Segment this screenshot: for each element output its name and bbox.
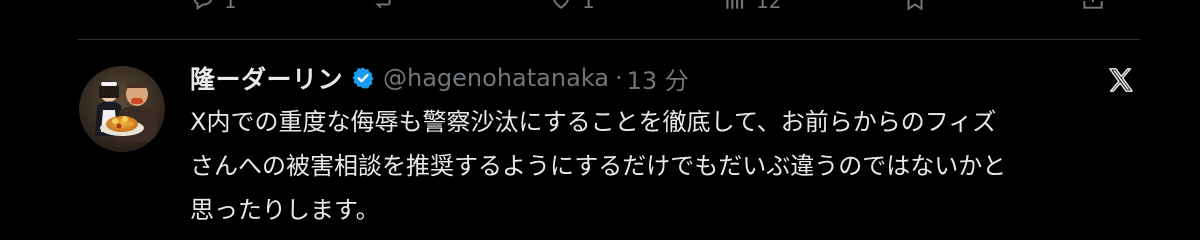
reply-icon — [193, 0, 213, 11]
post-header: 隆ーダーリン @hagenohatanaka · 13 分 — [190, 60, 689, 96]
verified-badge-icon[interactable] — [351, 66, 375, 90]
previous-post-action-bar: 1 1 12 — [0, 0, 1200, 14]
avatar[interactable] — [79, 66, 165, 152]
like-count: 1 — [582, 0, 595, 13]
display-name[interactable]: 隆ーダーリン — [190, 60, 343, 96]
repost-icon — [373, 0, 391, 9]
user-handle[interactable]: @hagenohatanaka — [383, 64, 609, 92]
share-icon — [1083, 0, 1103, 9]
reply-button[interactable]: 1 — [190, 0, 237, 12]
post-body-line: 思ったりします。 — [190, 196, 380, 224]
views-count: 12 — [756, 0, 782, 13]
header-separator: · — [614, 64, 623, 92]
post-timestamp[interactable]: 13 分 — [627, 61, 689, 96]
like-icon — [553, 0, 569, 9]
repost-button[interactable] — [368, 0, 404, 12]
like-button[interactable]: 1 — [548, 0, 595, 12]
x-logo-icon — [1107, 66, 1135, 94]
views-icon — [726, 0, 744, 9]
bookmark-button[interactable] — [902, 0, 928, 12]
post-body-line: さんへの被害相談を推奨するようにするだけでもだいぶ違うのではないかと — [190, 152, 1007, 180]
share-button[interactable] — [1080, 0, 1106, 12]
post-divider — [78, 39, 1140, 40]
post-body-line: X内での重度な侮辱も警察沙汰にすることを徹底して、お前らからのフィズ — [190, 108, 997, 136]
views-button[interactable]: 12 — [722, 0, 781, 12]
bookmark-icon — [907, 0, 923, 11]
reply-count: 1 — [224, 0, 237, 13]
post-body: X内での重度な侮辱も警察沙汰にすることを徹底して、お前らからのフィズ さんへの被… — [190, 100, 1150, 232]
avatar-image — [79, 66, 165, 152]
